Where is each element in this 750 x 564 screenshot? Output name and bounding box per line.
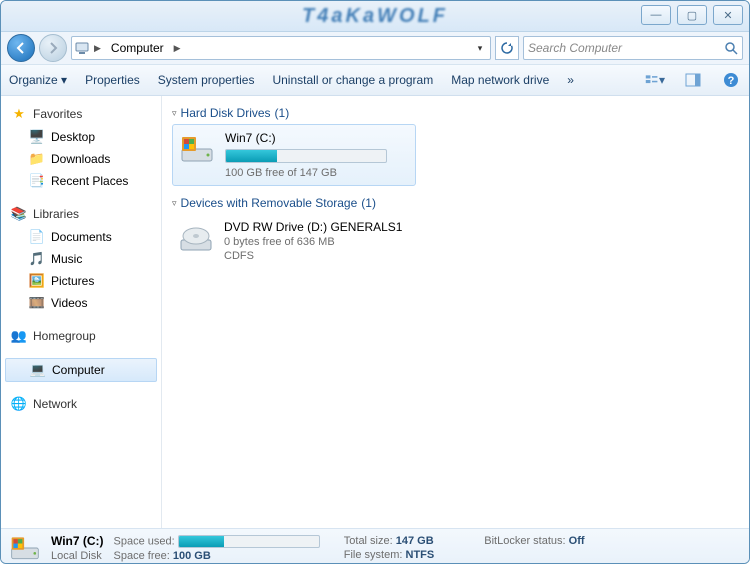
forward-button[interactable] — [39, 34, 67, 62]
sidebar-item-desktop[interactable]: 🖥️Desktop — [1, 126, 161, 148]
brand-text: T4aKaWOLF — [302, 5, 448, 28]
breadcrumb[interactable]: ▶ Computer ▶ ▾ — [71, 36, 491, 60]
more-button[interactable]: » — [567, 73, 574, 87]
explorer-body: ★ Favorites 🖥️Desktop 📁Downloads 📑Recent… — [1, 96, 749, 528]
arrow-right-icon — [47, 42, 59, 54]
sidebar-item-documents[interactable]: 📄Documents — [1, 226, 161, 248]
command-bar: Organize ▾ Properties System properties … — [1, 65, 749, 96]
maximize-button[interactable]: ▢ — [677, 5, 707, 25]
sidebar-item-pictures[interactable]: 🖼️Pictures — [1, 270, 161, 292]
details-pane: Win7 (C:) Local Disk Space used: Space f… — [1, 528, 749, 564]
drive-d[interactable]: DVD RW Drive (D:) GENERALS1 0 bytes free… — [172, 214, 414, 268]
drive-capacity: 0 bytes free of 636 MB — [224, 236, 402, 248]
details-type: Local Disk — [51, 550, 104, 562]
recent-icon: 📑 — [29, 173, 45, 189]
computer-icon — [74, 40, 90, 56]
music-icon: 🎵 — [29, 251, 45, 267]
titlebar: T4aKaWOLF — ▢ ✕ — [1, 1, 749, 32]
drive-name: DVD RW Drive (D:) GENERALS1 — [224, 220, 402, 234]
svg-text:?: ? — [728, 75, 735, 87]
sidebar-item-computer[interactable]: 💻Computer — [5, 358, 157, 382]
videos-icon: 🎞️ — [29, 295, 45, 311]
network-icon: 🌐 — [11, 396, 27, 412]
breadcrumb-dropdown[interactable]: ▾ — [472, 43, 488, 54]
drive-name: Win7 (C:) — [225, 131, 387, 145]
section-hdd[interactable]: ▿ Hard Disk Drives (1) — [172, 106, 739, 120]
refresh-button[interactable] — [495, 36, 519, 60]
search-input[interactable]: Search Computer — [523, 36, 743, 60]
libraries-group[interactable]: 📚 Libraries — [1, 202, 161, 226]
drive-c[interactable]: Win7 (C:) 100 GB free of 147 GB — [172, 124, 416, 186]
dvd-drive-icon — [178, 220, 214, 256]
close-button[interactable]: ✕ — [713, 5, 743, 25]
arrow-left-icon — [15, 42, 27, 54]
search-icon — [724, 41, 738, 55]
documents-icon: 📄 — [29, 229, 45, 245]
pictures-icon: 🖼️ — [29, 273, 45, 289]
address-bar: ▶ Computer ▶ ▾ Search Computer — [1, 32, 749, 65]
view-menu[interactable]: ▾ — [645, 70, 665, 90]
chevron-right-icon: ▶ — [92, 43, 103, 54]
sidebar-item-downloads[interactable]: 📁Downloads — [1, 148, 161, 170]
breadcrumb-segment[interactable]: Computer — [105, 38, 170, 58]
chevron-right-icon: ▶ — [172, 43, 183, 54]
map-drive-button[interactable]: Map network drive — [451, 73, 549, 87]
desktop-icon: 🖥️ — [29, 129, 45, 145]
properties-button[interactable]: Properties — [85, 73, 140, 87]
sidebar-item-recent[interactable]: 📑Recent Places — [1, 170, 161, 192]
back-button[interactable] — [7, 34, 35, 62]
minimize-button[interactable]: — — [641, 5, 671, 25]
libraries-icon: 📚 — [11, 206, 27, 222]
window-controls: — ▢ ✕ — [641, 5, 743, 25]
preview-pane-button[interactable] — [683, 70, 703, 90]
computer-icon: 💻 — [30, 362, 46, 378]
help-button[interactable]: ? — [721, 70, 741, 90]
section-removable[interactable]: ▿ Devices with Removable Storage (1) — [172, 196, 739, 210]
homegroup-item[interactable]: 👥Homegroup — [1, 324, 161, 348]
refresh-icon — [500, 41, 514, 55]
sidebar-item-videos[interactable]: 🎞️Videos — [1, 292, 161, 314]
system-properties-button[interactable]: System properties — [158, 73, 255, 87]
used-bar — [178, 535, 320, 548]
folder-icon: 📁 — [29, 151, 45, 167]
hdd-icon — [179, 131, 215, 167]
homegroup-icon: 👥 — [11, 328, 27, 344]
hdd-icon — [9, 532, 41, 564]
drive-filesystem: CDFS — [224, 250, 402, 262]
details-name: Win7 (C:) — [51, 534, 104, 548]
collapse-icon: ▿ — [172, 108, 177, 119]
uninstall-button[interactable]: Uninstall or change a program — [272, 73, 433, 87]
drive-capacity: 100 GB free of 147 GB — [225, 167, 387, 179]
search-placeholder: Search Computer — [528, 41, 622, 55]
collapse-icon: ▿ — [172, 198, 177, 209]
navigation-pane: ★ Favorites 🖥️Desktop 📁Downloads 📑Recent… — [1, 96, 162, 528]
sidebar-item-music[interactable]: 🎵Music — [1, 248, 161, 270]
organize-menu[interactable]: Organize ▾ — [9, 73, 67, 87]
explorer-window: T4aKaWOLF — ▢ ✕ ▶ Computer ▶ ▾ Search Co… — [0, 0, 750, 564]
star-icon: ★ — [11, 106, 27, 122]
network-item[interactable]: 🌐Network — [1, 392, 161, 416]
capacity-bar — [225, 149, 387, 163]
favorites-group[interactable]: ★ Favorites — [1, 102, 161, 126]
content-pane: ▿ Hard Disk Drives (1) Win7 (C:) 100 GB … — [162, 96, 749, 528]
